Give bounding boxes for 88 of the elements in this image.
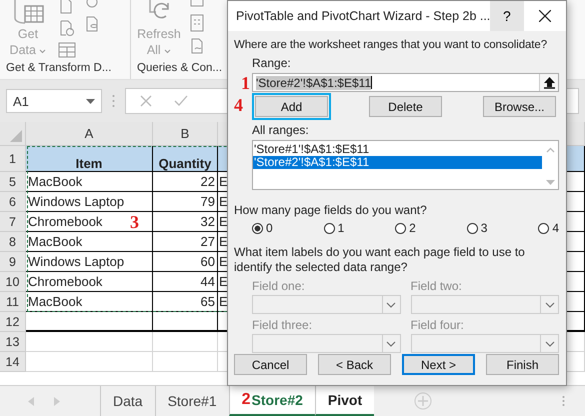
radio-option[interactable]: 1 [324,221,344,235]
triangle-icon [10,130,22,142]
dialog-button[interactable]: Next > [402,354,475,375]
row-header[interactable]: 12 [0,312,26,332]
table-cell: MacBook [26,292,153,312]
dropdown-field[interactable] [252,295,400,314]
dialog-button[interactable]: Cancel [234,354,307,375]
dialog-title: PivotTable and PivotChart Wizard - Step 2b ... [235,9,490,23]
radio-option[interactable]: 4 [538,221,559,235]
row-header[interactable]: 6 [0,192,26,212]
caret-icon [164,49,172,54]
sheet-tab[interactable]: 2Store#2 [228,386,315,416]
collapse-dialog-button[interactable] [539,74,558,91]
table-cell: 27 [153,232,218,252]
dialog-button[interactable]: Add [255,96,328,117]
step-number: 1 [240,74,251,92]
table-cell: MacBook [26,172,153,192]
row-header[interactable]: 1 [0,146,26,172]
field-label: Field three: [252,318,314,332]
table-header-cell: Quantity [153,146,218,172]
caret-icon [39,49,46,54]
range-list-item[interactable]: 'Store#1'!$A$1:$E$11 [253,143,542,156]
row-header[interactable]: 7 [0,212,26,232]
dialog-button[interactable]: Delete [369,96,442,117]
dialog-button[interactable]: Browse... [483,96,556,117]
dropdown-field[interactable] [252,334,400,353]
scroll-down-icon[interactable] [546,180,554,185]
row-header[interactable]: 5 [0,172,26,192]
row-header[interactable]: 11 [0,292,26,312]
web-document-icon[interactable] [58,20,74,36]
all-ranges-label: All ranges: [251,123,310,138]
chevron-down-icon [386,302,396,308]
list-icon[interactable] [189,14,205,32]
chevron-down-icon [544,340,554,346]
row-header[interactable]: 10 [0,272,26,292]
radio-option[interactable]: 0 [252,221,273,235]
table-cell: 44 [153,272,218,292]
step-number: 4 [234,96,243,114]
table-cell: MacBook [26,232,153,252]
table-cell: 32 [153,212,218,232]
range-label: Range: [251,56,292,71]
help-button[interactable]: ? [490,1,524,31]
chevron-down-icon [386,340,396,346]
dialog-button[interactable]: Finish [486,354,559,375]
range-field[interactable]: 'Store#2'!$A$1:$E$11 [252,73,559,92]
close-icon [538,10,551,22]
cancel-icon[interactable] [140,95,152,107]
check-icon[interactable] [174,95,188,107]
chevron-down-icon [544,302,554,308]
table-cell: Windows Laptop [26,192,153,212]
table-cell: 79 [153,192,218,212]
dropdown-field[interactable] [410,334,559,353]
database-document-icon[interactable] [84,16,100,32]
table-cell: Chromebook [26,272,153,292]
link-document-icon[interactable] [189,38,205,54]
more-icon [562,395,565,407]
step-number: 3 [130,213,139,231]
add-sheet-icon[interactable] [414,392,432,410]
field-label: Field two: [410,279,463,293]
row-header[interactable]: 9 [0,252,26,272]
dialog-button[interactable]: < Back [318,354,391,375]
next-sheet-icon[interactable] [54,396,60,406]
row-header[interactable]: 14 [0,352,26,372]
row-header[interactable]: 13 [0,332,26,352]
dropdown-icon [86,98,95,104]
name-box[interactable]: A1 [6,89,102,113]
field-label: Field one: [252,279,306,293]
sheet-tab[interactable]: Pivot [314,386,374,416]
more-icon [112,94,115,108]
range-list-item[interactable]: 'Store#2'!$A$1:$E$11 [253,156,542,169]
table-header-cell: Item [26,146,153,172]
table-cell: 65 [153,292,218,312]
question-text: Where are the worksheet ranges that you want to consolidate? [234,38,548,53]
group-label: Get & Transform D... [6,62,112,76]
sheet-tab[interactable]: Data [100,386,155,416]
previous-sheet-icon[interactable] [28,396,34,406]
group-label: Queries & Con... [137,62,224,76]
scroll-up-icon[interactable] [546,147,554,153]
table-cell: 60 [153,252,218,272]
radio-option[interactable]: 2 [395,221,416,235]
field-label: Field four: [410,318,465,332]
table-icon[interactable] [58,42,76,58]
table-cell: 22 [153,172,218,192]
table-cell: Windows Laptop [26,252,153,272]
dropdown-field[interactable] [410,295,559,314]
up-arrow-icon [544,76,554,88]
row-header[interactable]: 8 [0,232,26,252]
radio-option[interactable]: 3 [466,221,488,235]
